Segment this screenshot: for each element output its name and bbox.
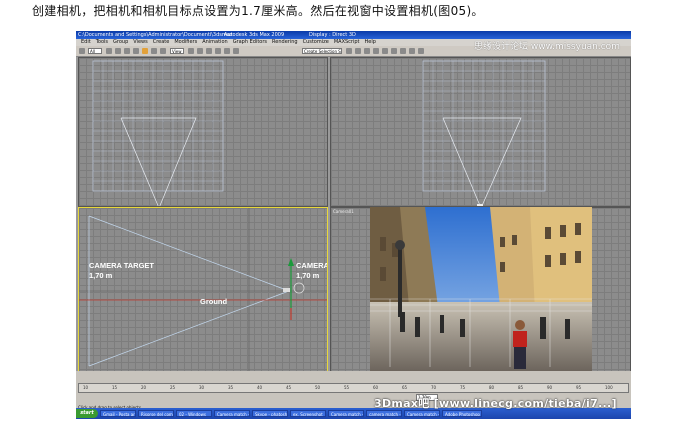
tick-label: 75 — [460, 385, 466, 390]
select-name-icon[interactable] — [124, 48, 130, 54]
taskbar-item[interactable]: 02 - Windows — [176, 410, 212, 417]
street-photo — [370, 207, 592, 373]
schematic-icon[interactable] — [382, 48, 388, 54]
display-mode: Display : Direct 3D — [309, 32, 356, 38]
tick-label: 80 — [489, 385, 495, 390]
taskbar-item[interactable]: Risorse del computer — [138, 410, 174, 417]
render-setup-icon[interactable] — [400, 48, 406, 54]
taskbar-item[interactable]: ex. Screenshot — [290, 410, 326, 417]
edit-named-sets-icon[interactable] — [233, 48, 239, 54]
viewport-camera-label: Camera01 — [333, 209, 354, 214]
taskbar-item[interactable]: Camera match - 3ds... — [214, 410, 250, 417]
watermark-top: 思缘设计论坛 www.missyuan.com — [474, 42, 620, 52]
align-icon[interactable] — [355, 48, 361, 54]
tick-label: 35 — [228, 385, 234, 390]
crossing-icon[interactable] — [133, 48, 139, 54]
tick-label: 25 — [170, 385, 176, 390]
viewport-left[interactable]: CAMERA TARGET 1,70 m CAMERA 1,70 m Groun… — [78, 207, 328, 373]
tick-label: 10 — [83, 385, 89, 390]
start-button[interactable]: start — [76, 409, 98, 418]
viewport-front[interactable] — [330, 57, 631, 207]
tick-label: 45 — [286, 385, 292, 390]
tick-label: 50 — [315, 385, 321, 390]
render-frame-icon[interactable] — [409, 48, 415, 54]
taskbar-item[interactable]: Adobe Photoshop CS3 — [442, 410, 482, 417]
tick-label: 100 — [605, 385, 613, 390]
top-view-drawing — [92, 60, 224, 206]
screenshot: C:\Documents and Settings\Administrator\… — [76, 31, 631, 419]
tick-label: 20 — [141, 385, 147, 390]
window-path: C:\Documents and Settings\Administrator\… — [78, 32, 233, 38]
taskbar-item[interactable]: Gmail - Posta arrivata — [100, 410, 136, 417]
tick-label: 90 — [547, 385, 553, 390]
tick-label: 30 — [199, 385, 205, 390]
caption-text: 创建相机，把相机和相机目标点设置为1.7厘米高。然后在视窗中设置相机(图05)。 — [32, 4, 484, 18]
named-selection-set[interactable]: Create Selection Set — [302, 48, 342, 54]
tick-label: 60 — [373, 385, 379, 390]
camera-label: CAMERA — [296, 261, 328, 270]
menu-item-graph-editors[interactable]: Graph Editors — [233, 39, 267, 46]
rotate-icon[interactable] — [151, 48, 157, 54]
taskbar-item[interactable]: Camera match - gua... — [404, 410, 440, 417]
title-bar: C:\Documents and Settings\Administrator\… — [76, 31, 631, 39]
select-object-icon[interactable] — [106, 48, 112, 54]
material-editor-icon[interactable] — [391, 48, 397, 54]
menu-item-create[interactable]: Create — [153, 39, 170, 46]
select-region-icon[interactable] — [115, 48, 121, 54]
percent-snap-icon[interactable] — [215, 48, 221, 54]
snap-icon[interactable] — [197, 48, 203, 54]
camera-target-height: 1,70 m — [89, 271, 113, 280]
menu-item-views[interactable]: Views — [133, 39, 147, 46]
tick-label: 65 — [402, 385, 408, 390]
menu-item-animation[interactable]: Animation — [202, 39, 228, 46]
menu-item-edit[interactable]: Edit — [81, 39, 91, 46]
front-view-drawing — [422, 60, 546, 206]
menu-item-rendering[interactable]: Rendering — [272, 39, 298, 46]
menu-item-help[interactable]: Help — [365, 39, 376, 46]
undo-icon[interactable] — [79, 48, 85, 54]
angle-snap-icon[interactable] — [206, 48, 212, 54]
reference-coord-select[interactable]: View — [170, 48, 184, 54]
curve-editor-icon[interactable] — [373, 48, 379, 54]
street-photo-drawing — [370, 207, 592, 373]
move-icon[interactable] — [142, 48, 148, 54]
tick-label: 85 — [518, 385, 524, 390]
tick-label: 70 — [431, 385, 437, 390]
tick-label: 55 — [344, 385, 350, 390]
taskbar-item[interactable]: camera match - gua... — [366, 410, 402, 417]
taskbar-item[interactable]: Camera match - gua... — [328, 410, 364, 417]
filter-select[interactable]: All — [88, 48, 102, 54]
menu-item-group[interactable]: Group — [113, 39, 128, 46]
mirror-icon[interactable] — [346, 48, 352, 54]
camera-height: 1,70 m — [296, 271, 320, 280]
tick-label: 95 — [576, 385, 582, 390]
watermark-bottom: 3Dmax吧 [www.linecg.com/tieba/i7...] — [374, 397, 617, 410]
menu-item-tools[interactable]: Tools — [96, 39, 108, 46]
left-view-drawing — [79, 208, 327, 372]
spinner-snap-icon[interactable] — [224, 48, 230, 54]
ground-label: Ground — [200, 297, 228, 306]
camera-target-label: CAMERA TARGET — [89, 261, 154, 270]
layer-icon[interactable] — [364, 48, 370, 54]
tick-label: 15 — [112, 385, 118, 390]
scale-icon[interactable] — [160, 48, 166, 54]
app-title: Autodesk 3ds Max 2009 — [224, 32, 285, 38]
tick-label: 40 — [257, 385, 263, 390]
menu-item-customize[interactable]: Customize — [303, 39, 329, 46]
pivot-icon[interactable] — [188, 48, 194, 54]
menu-item-modifiers[interactable]: Modifiers — [174, 39, 197, 46]
timeline-ruler[interactable]: 10 15 20 25 30 35 40 45 50 55 60 65 70 7… — [78, 383, 629, 393]
viewport-top[interactable] — [78, 57, 328, 207]
menu-item-maxscript[interactable]: MAXScript — [334, 39, 360, 46]
quick-render-icon[interactable] — [418, 48, 424, 54]
taskbar-item[interactable]: Skype - phatoshop... — [252, 410, 288, 417]
